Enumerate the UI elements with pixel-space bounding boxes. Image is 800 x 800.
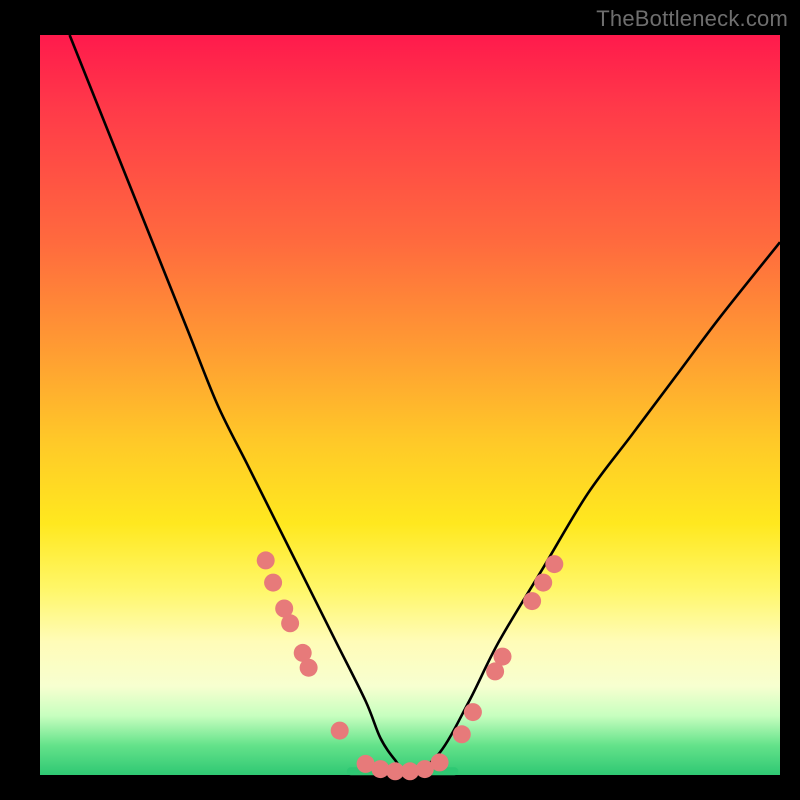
data-marker: [494, 648, 512, 666]
data-marker: [453, 725, 471, 743]
marker-group: [257, 551, 564, 780]
bottleneck-curve: [70, 35, 780, 775]
data-marker: [281, 614, 299, 632]
chart-frame: TheBottleneck.com: [0, 0, 800, 800]
data-marker: [264, 574, 282, 592]
data-marker: [431, 753, 449, 771]
data-marker: [534, 574, 552, 592]
data-marker: [257, 551, 275, 569]
data-marker: [464, 703, 482, 721]
data-marker: [523, 592, 541, 610]
data-marker: [331, 722, 349, 740]
plot-area: [40, 35, 780, 775]
chart-svg: [40, 35, 780, 775]
data-marker: [300, 659, 318, 677]
watermark-text: TheBottleneck.com: [596, 6, 788, 32]
data-marker: [545, 555, 563, 573]
